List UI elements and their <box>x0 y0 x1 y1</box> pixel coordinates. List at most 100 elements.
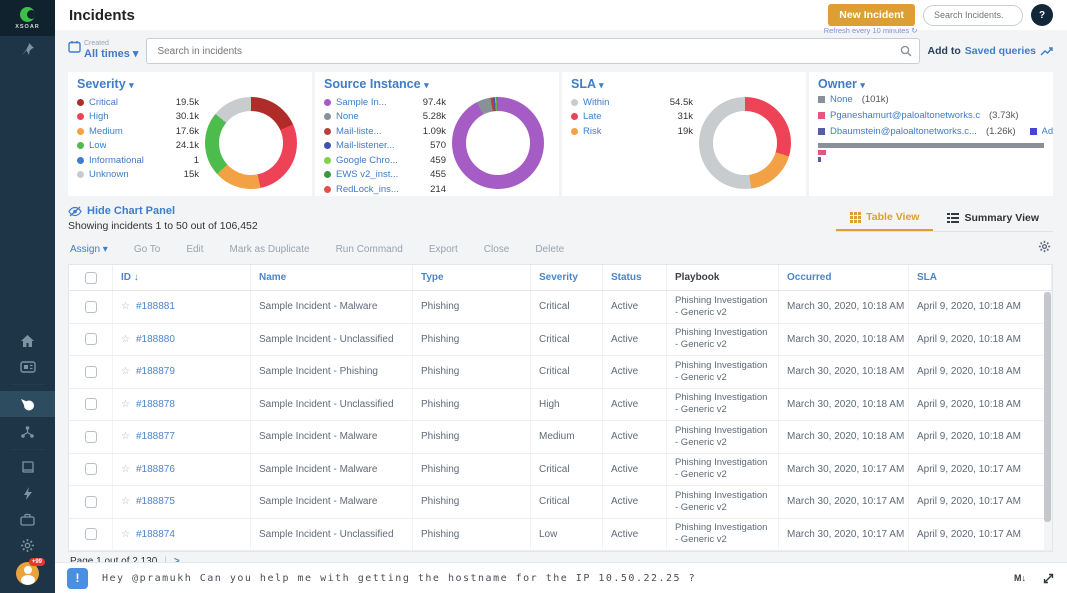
incident-id-link[interactable]: #188880 <box>136 334 175 345</box>
pin-sidebar-icon[interactable] <box>0 38 55 60</box>
table-settings-gear-icon[interactable] <box>1038 240 1051 258</box>
table-row[interactable]: ☆#188880Sample Incident - UnclassifiedPh… <box>69 324 1052 357</box>
jobs-icon[interactable] <box>0 508 55 530</box>
time-range-filter[interactable]: Created All times ▾ <box>68 40 138 64</box>
refresh-icon[interactable]: ↻ <box>911 26 917 35</box>
refresh-note[interactable]: Refresh every 10 minutes ↻ <box>824 26 918 35</box>
add-to-saved-queries[interactable]: Add to Saved queries <box>928 45 1053 64</box>
star-icon[interactable]: ☆ <box>121 431 130 442</box>
user-avatar[interactable]: +99 <box>16 562 39 585</box>
legend-item[interactable]: Sample In...97.4k <box>324 95 452 110</box>
threat-intel-icon[interactable] <box>0 421 55 443</box>
legend-item[interactable]: Critical19.5k <box>77 95 205 110</box>
incident-id-link[interactable]: #188879 <box>136 366 175 377</box>
table-row[interactable]: ☆#188879Sample Incident - PhishingPhishi… <box>69 356 1052 389</box>
sidebar-item-incidents[interactable] <box>0 391 55 417</box>
legend-item[interactable]: Pganeshamurt@paloaltonetworks.c...(3.73k… <box>818 107 1019 123</box>
star-icon[interactable]: ☆ <box>121 301 130 312</box>
action-assign[interactable]: Assign ▾ <box>70 244 108 255</box>
incident-id-link[interactable]: #188875 <box>136 496 175 507</box>
star-icon[interactable]: ☆ <box>121 464 130 475</box>
star-icon[interactable]: ☆ <box>121 529 130 540</box>
severity-chart-title[interactable]: Severity ▾ <box>77 77 303 91</box>
incident-id-link[interactable]: #188874 <box>136 529 175 540</box>
incident-id-link[interactable]: #188881 <box>136 301 175 312</box>
row-checkbox[interactable] <box>85 366 97 378</box>
hide-chart-panel-link[interactable]: Hide Chart Panel <box>68 205 258 217</box>
star-icon[interactable]: ☆ <box>121 366 130 377</box>
star-icon[interactable]: ☆ <box>121 496 130 507</box>
star-icon[interactable]: ☆ <box>121 334 130 345</box>
action-go-to[interactable]: Go To <box>134 244 161 255</box>
column-header-occurred[interactable]: Occurred <box>779 265 909 290</box>
table-row[interactable]: ☆#188881Sample Incident - MalwarePhishin… <box>69 291 1052 324</box>
action-export[interactable]: Export <box>429 244 458 255</box>
owner-bar[interactable] <box>818 157 821 162</box>
table-row[interactable]: ☆#188877Sample Incident - MalwarePhishin… <box>69 421 1052 454</box>
legend-item[interactable]: Low24.1k <box>77 139 205 154</box>
column-header-name[interactable]: Name <box>251 265 413 290</box>
action-mark-as-duplicate[interactable]: Mark as Duplicate <box>230 244 310 255</box>
row-checkbox[interactable] <box>85 398 97 410</box>
global-search-input[interactable] <box>923 5 1023 26</box>
sla-donut-chart[interactable] <box>699 97 791 189</box>
incident-id-link[interactable]: #188876 <box>136 464 175 475</box>
action-close[interactable]: Close <box>484 244 510 255</box>
legend-item[interactable]: Mail-liste...1.09k <box>324 124 452 139</box>
legend-item[interactable]: Within54.5k <box>571 95 699 110</box>
owner-bar-chart[interactable] <box>818 143 1044 162</box>
legend-item[interactable]: EWS v2_inst...455 <box>324 168 452 183</box>
owner-chart-title[interactable]: Owner ▾ <box>818 77 1044 91</box>
legend-item[interactable]: Late31k <box>571 110 699 125</box>
settings-gear-icon[interactable] <box>0 534 55 556</box>
row-checkbox[interactable] <box>85 496 97 508</box>
legend-item[interactable]: None5.28k <box>324 110 452 125</box>
incident-id-link[interactable]: #188878 <box>136 399 175 410</box>
legend-item[interactable]: Unknown15k <box>77 168 205 183</box>
sla-chart-title[interactable]: SLA ▾ <box>571 77 797 91</box>
markdown-icon[interactable]: M↓ <box>1014 573 1026 583</box>
legend-item[interactable]: Mail-listener...570 <box>324 139 452 154</box>
new-incident-button[interactable]: New Incident <box>828 4 915 26</box>
legend-item[interactable]: Medium17.6k <box>77 124 205 139</box>
column-header-sla[interactable]: SLA <box>909 265 1052 290</box>
expand-icon[interactable] <box>1042 572 1055 585</box>
action-run-command[interactable]: Run Command <box>336 244 403 255</box>
action-edit[interactable]: Edit <box>186 244 203 255</box>
legend-item[interactable]: Admin(18) <box>1030 123 1053 139</box>
incidents-search-input[interactable] <box>146 38 919 64</box>
severity-donut-chart[interactable] <box>205 97 297 189</box>
playbooks-icon[interactable] <box>0 456 55 478</box>
scrollbar-thumb[interactable] <box>1044 292 1051 522</box>
xsoar-logo[interactable]: XSOAR <box>0 0 55 36</box>
column-header-severity[interactable]: Severity <box>531 265 603 290</box>
summary-view-tab[interactable]: Summary View <box>933 207 1053 231</box>
column-header-id[interactable]: ID ↓ <box>113 265 251 290</box>
automation-icon[interactable] <box>0 482 55 504</box>
legend-item[interactable]: High30.1k <box>77 110 205 125</box>
action-delete[interactable]: Delete <box>535 244 564 255</box>
source-instance-donut-chart[interactable] <box>452 97 544 189</box>
table-row[interactable]: ☆#188878Sample Incident - UnclassifiedPh… <box>69 389 1052 422</box>
legend-item[interactable]: RedLock_ins...214 <box>324 182 452 196</box>
legend-item[interactable]: Dbaumstein@paloaltonetworks.c...(1.26k) <box>818 123 1016 139</box>
legend-item[interactable]: None(101k) <box>818 91 889 107</box>
select-all-checkbox[interactable] <box>85 272 97 284</box>
row-checkbox[interactable] <box>85 301 97 313</box>
source-instance-chart-title[interactable]: Source Instance ▾ <box>324 77 550 91</box>
legend-item[interactable]: Informational1 <box>77 153 205 168</box>
table-row[interactable]: ☆#188876Sample Incident - MalwarePhishin… <box>69 454 1052 487</box>
legend-item[interactable]: Risk19k <box>571 124 699 139</box>
help-button[interactable]: ? <box>1031 4 1053 26</box>
owner-bar[interactable] <box>818 150 826 155</box>
row-checkbox[interactable] <box>85 431 97 443</box>
column-header-playbook[interactable]: Playbook <box>667 265 779 290</box>
dashboards-icon[interactable] <box>0 356 55 378</box>
home-icon[interactable] <box>0 330 55 352</box>
column-header-status[interactable]: Status <box>603 265 667 290</box>
row-checkbox[interactable] <box>85 333 97 345</box>
owner-bar[interactable] <box>818 143 1044 148</box>
incident-id-link[interactable]: #188877 <box>136 431 175 442</box>
table-scrollbar[interactable] <box>1044 292 1051 550</box>
star-icon[interactable]: ☆ <box>121 399 130 410</box>
